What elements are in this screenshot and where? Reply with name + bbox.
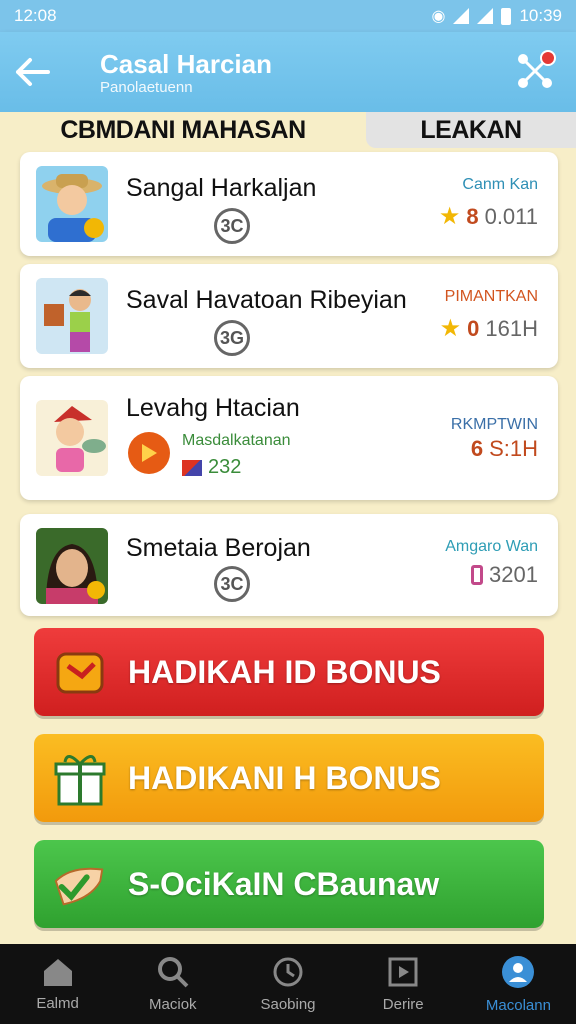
star-icon: ★ <box>438 203 461 230</box>
avatar <box>36 278 108 354</box>
item-title: Saval Havatoan Ribeyian <box>126 286 407 314</box>
share-button[interactable] <box>512 48 558 94</box>
profile-icon <box>502 955 535 988</box>
avatar <box>36 166 108 242</box>
level-badge: 3G <box>214 320 250 356</box>
bonus-button-red-label: HADIKAH ID BONUS <box>128 653 441 690</box>
status-bar: 12:08 ◉ 10:39 <box>0 0 576 32</box>
signal-icon-2 <box>477 8 494 24</box>
nav-item-home[interactable]: Ealmd <box>0 944 115 1024</box>
status-time-right: 10:39 <box>519 6 562 25</box>
bottom-nav: Ealmd Maciok Saobing Derire Macolann <box>0 944 576 1024</box>
wifi-icon: ◉ <box>431 8 446 25</box>
nav-label: Macolann <box>485 996 551 1014</box>
nav-item-profile[interactable]: Macolann <box>461 944 576 1024</box>
screen-icon <box>388 957 418 986</box>
item-value: ★ 8 0.011 <box>439 202 538 231</box>
nav-item-search[interactable]: Maciok <box>115 944 230 1024</box>
nav-label: Saobing <box>260 995 316 1013</box>
item-value: 3201 <box>471 562 538 588</box>
item-title: Sangal Harkaljan <box>126 174 317 202</box>
status-time-left: 12:08 <box>14 6 57 25</box>
nav-label: Maciok <box>149 995 197 1013</box>
arrow-left-icon <box>16 58 50 86</box>
item-sub-value: 232 <box>182 456 241 479</box>
item-value-text: 3201 <box>489 562 538 587</box>
app-bar: Casal Harcian Panolaetuenn <box>0 32 576 112</box>
gift-icon <box>52 750 108 806</box>
item-value: 6 S:1H <box>471 436 538 462</box>
nav-item-screen[interactable]: Derire <box>346 944 461 1024</box>
page-subtitle: Panolaetuenn <box>100 78 193 96</box>
item-title: Smetaia Berojan <box>126 534 311 562</box>
tag-icon <box>471 565 484 585</box>
item-side-label: Amgaro Wan <box>445 538 538 555</box>
star-icon: ★ <box>439 315 462 342</box>
level-badge: 3C <box>214 566 250 602</box>
nav-label: Derire <box>382 995 424 1013</box>
social-button-green-label: S-OciKaIN CBaunaw <box>128 865 440 902</box>
avatar <box>36 528 108 604</box>
item-value-text: S:1H <box>489 436 538 461</box>
item-value-prefix: 0 <box>467 315 480 341</box>
tab-mahasan[interactable]: CBMDANI MAHASAN <box>0 112 366 148</box>
back-button[interactable] <box>0 32 64 112</box>
page-title: Casal Harcian <box>100 48 272 79</box>
app-titles: Casal Harcian Panolaetuenn <box>100 49 272 96</box>
bonus-button-yellow[interactable]: HADIKANI H BONUS <box>34 734 544 822</box>
wallet-icon <box>52 644 108 700</box>
item-sub-value-text: 232 <box>208 456 242 478</box>
flag-icon <box>182 459 202 476</box>
check-hand-icon <box>52 856 108 912</box>
item-value-text: 161H <box>485 315 538 341</box>
battery-icon <box>501 7 512 25</box>
item-title: Levahg Htacian <box>126 394 300 422</box>
item-value-prefix: 6 <box>470 436 484 461</box>
bonus-button-red[interactable]: HADIKAH ID BONUS <box>34 628 544 716</box>
nav-item-clock[interactable]: Saobing <box>230 944 345 1024</box>
social-button-green[interactable]: S-OciKaIN CBaunaw <box>34 840 544 928</box>
list-item[interactable]: Smetaia Berojan 3C Amgaro Wan 3201 <box>20 514 558 616</box>
item-side-label: PIMANTKAN <box>444 288 538 305</box>
tab-bar: CBMDANI MAHASAN LEAKAN <box>0 112 576 148</box>
play-icon[interactable] <box>128 432 170 474</box>
list-item[interactable]: Sangal Harkaljan 3C Canm Kan ★ 8 0.011 <box>20 152 558 256</box>
signal-icon <box>453 8 470 24</box>
nav-label: Ealmd <box>36 994 79 1012</box>
item-value-prefix: 8 <box>466 203 479 229</box>
home-icon <box>43 958 72 986</box>
list-item[interactable]: Saval Havatoan Ribeyian 3G PIMANTKAN ★ 0… <box>20 264 558 368</box>
item-side-label: Canm Kan <box>462 176 538 193</box>
notification-badge <box>540 50 556 66</box>
item-sub-label: Masdalkatanan <box>182 432 291 449</box>
level-badge: 3C <box>214 208 250 244</box>
tab-leakan[interactable]: LEAKAN <box>366 112 576 148</box>
item-side-label: RKMPTWIN <box>450 416 538 433</box>
item-value: ★ 0 161H <box>440 314 538 343</box>
search-icon <box>157 956 189 987</box>
list-item[interactable]: Levahg Htacian Masdalkatanan 232 RKMPTWI… <box>20 376 558 500</box>
bonus-button-yellow-label: HADIKANI H BONUS <box>128 759 441 796</box>
avatar <box>36 400 108 476</box>
status-icons: ◉ 10:39 <box>431 6 562 26</box>
clock-icon <box>273 957 303 986</box>
item-value-text: 0.011 <box>484 203 538 229</box>
